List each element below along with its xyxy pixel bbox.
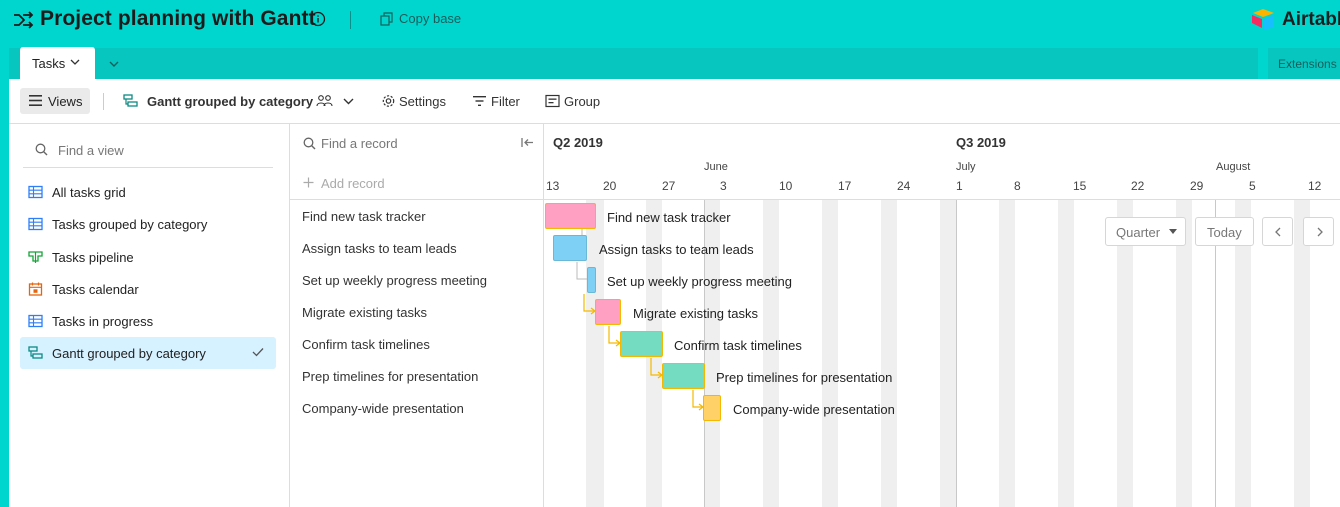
gantt-bar[interactable] xyxy=(703,395,721,421)
sidebar-item-label: Tasks grouped by category xyxy=(52,217,208,232)
gear-icon[interactable] xyxy=(381,94,396,108)
group-button[interactable]: Group xyxy=(564,94,600,109)
views-label: Views xyxy=(48,94,83,109)
view-sidebar: Find a view All tasks grid Tasks grouped… xyxy=(9,124,290,507)
copy-base-button[interactable]: Copy base xyxy=(399,11,461,26)
sidebar-item-gantt-grouped-by-category[interactable]: Gantt grouped by category xyxy=(20,337,276,369)
chevron-right-icon xyxy=(1317,227,1323,237)
left-edge xyxy=(0,79,9,507)
collapse-panel-icon[interactable] xyxy=(521,137,534,148)
record-row[interactable]: Confirm task timelines xyxy=(302,337,430,352)
tab-tasks[interactable]: Tasks xyxy=(20,47,95,79)
gantt-bar-label: Company-wide presentation xyxy=(733,402,895,417)
next-button[interactable] xyxy=(1303,217,1334,246)
gantt-bar-label: Migrate existing tasks xyxy=(633,306,758,321)
add-record-button[interactable]: Add record xyxy=(321,176,385,191)
gantt-bar-label: Set up weekly progress meeting xyxy=(607,274,792,289)
views-button[interactable]: Views xyxy=(20,88,90,114)
current-view-name[interactable]: Gantt grouped by category xyxy=(147,94,313,109)
find-view-input[interactable]: Find a view xyxy=(58,143,124,158)
sidebar-item-label: Tasks pipeline xyxy=(52,250,134,265)
search-icon xyxy=(35,143,48,156)
airtable-brand[interactable]: Airtable xyxy=(1282,9,1340,31)
gantt-bar-label: Assign tasks to team leads xyxy=(599,242,754,257)
gantt-icon xyxy=(28,346,43,359)
extensions-label: Extensions xyxy=(1278,57,1337,71)
grid-icon xyxy=(28,217,43,231)
sidebar-item-label: Tasks in progress xyxy=(52,314,154,329)
sidebar-item-label: Gantt grouped by category xyxy=(52,346,206,361)
sidebar-item-all-tasks-grid[interactable]: All tasks grid xyxy=(20,176,276,208)
previous-button[interactable] xyxy=(1262,217,1293,246)
chevron-down-icon[interactable] xyxy=(70,57,80,67)
gantt-bar[interactable] xyxy=(553,235,587,261)
menu-icon xyxy=(29,95,42,106)
sidebar-item-label: All tasks grid xyxy=(52,185,126,200)
gantt-timeline[interactable]: Q2 2019 Q3 2019 June July August 13 20 2… xyxy=(544,124,1340,507)
gantt-bar-label: Prep timelines for presentation xyxy=(716,370,893,385)
filter-icon[interactable] xyxy=(472,94,487,108)
record-row[interactable]: Assign tasks to team leads xyxy=(302,241,457,256)
collaborative-view-icon xyxy=(316,95,333,107)
base-switcher-icon[interactable] xyxy=(12,10,34,30)
gantt-bar[interactable] xyxy=(595,299,621,325)
gantt-bar-label: Confirm task timelines xyxy=(674,338,802,353)
record-list-panel: Find a record Add record Find new task t… xyxy=(290,124,544,507)
sidebar-item-tasks-in-progress[interactable]: Tasks in progress xyxy=(20,305,276,337)
divider xyxy=(290,199,543,200)
group-icon[interactable] xyxy=(545,94,560,108)
record-row[interactable]: Find new task tracker xyxy=(302,209,426,224)
extensions-button[interactable]: Extensions xyxy=(1268,48,1340,79)
settings-button[interactable]: Settings xyxy=(399,94,446,109)
check-icon xyxy=(252,348,264,357)
divider xyxy=(350,11,351,29)
view-bar: Views Gantt grouped by category Settings… xyxy=(0,79,1340,124)
chevron-down-icon[interactable] xyxy=(108,58,120,70)
sidebar-item-tasks-grouped-by-category[interactable]: Tasks grouped by category xyxy=(20,208,276,240)
sidebar-item-label: Tasks calendar xyxy=(52,282,139,297)
find-record-input[interactable]: Find a record xyxy=(321,136,398,151)
divider xyxy=(103,93,104,110)
gantt-bar-label: Find new task tracker xyxy=(607,210,731,225)
search-icon xyxy=(303,137,316,150)
caret-down-icon xyxy=(1169,229,1177,234)
calendar-icon xyxy=(28,282,43,296)
record-row[interactable]: Prep timelines for presentation xyxy=(302,369,478,384)
airtable-logo-icon[interactable] xyxy=(1250,8,1276,30)
base-title[interactable]: Project planning with Gantt xyxy=(40,7,316,31)
divider xyxy=(23,167,273,168)
chevron-down-icon[interactable] xyxy=(343,94,354,108)
grid-icon xyxy=(28,185,43,199)
zoom-label: Quarter xyxy=(1116,225,1161,240)
grid-icon xyxy=(28,314,43,328)
gantt-icon xyxy=(123,94,138,107)
copy-icon[interactable] xyxy=(380,12,394,26)
sidebar-item-tasks-pipeline[interactable]: Tasks pipeline xyxy=(20,241,276,273)
info-icon[interactable] xyxy=(310,11,326,27)
today-label: Today xyxy=(1207,225,1242,240)
plus-icon xyxy=(303,177,314,188)
table-tab-strip xyxy=(9,48,1258,79)
gantt-bar[interactable] xyxy=(545,203,596,229)
filter-button[interactable]: Filter xyxy=(491,94,520,109)
tab-label: Tasks xyxy=(32,56,66,71)
record-row[interactable]: Company-wide presentation xyxy=(302,401,464,416)
zoom-select[interactable]: Quarter xyxy=(1105,217,1186,246)
today-button[interactable]: Today xyxy=(1195,217,1254,246)
gantt-bar[interactable] xyxy=(662,363,705,389)
chevron-left-icon xyxy=(1275,227,1281,237)
gantt-bar[interactable] xyxy=(620,331,663,357)
record-row[interactable]: Migrate existing tasks xyxy=(302,305,427,320)
record-row[interactable]: Set up weekly progress meeting xyxy=(302,273,487,288)
sidebar-item-tasks-calendar[interactable]: Tasks calendar xyxy=(20,273,276,305)
gantt-bar[interactable] xyxy=(587,267,596,293)
kanban-icon xyxy=(28,251,43,263)
